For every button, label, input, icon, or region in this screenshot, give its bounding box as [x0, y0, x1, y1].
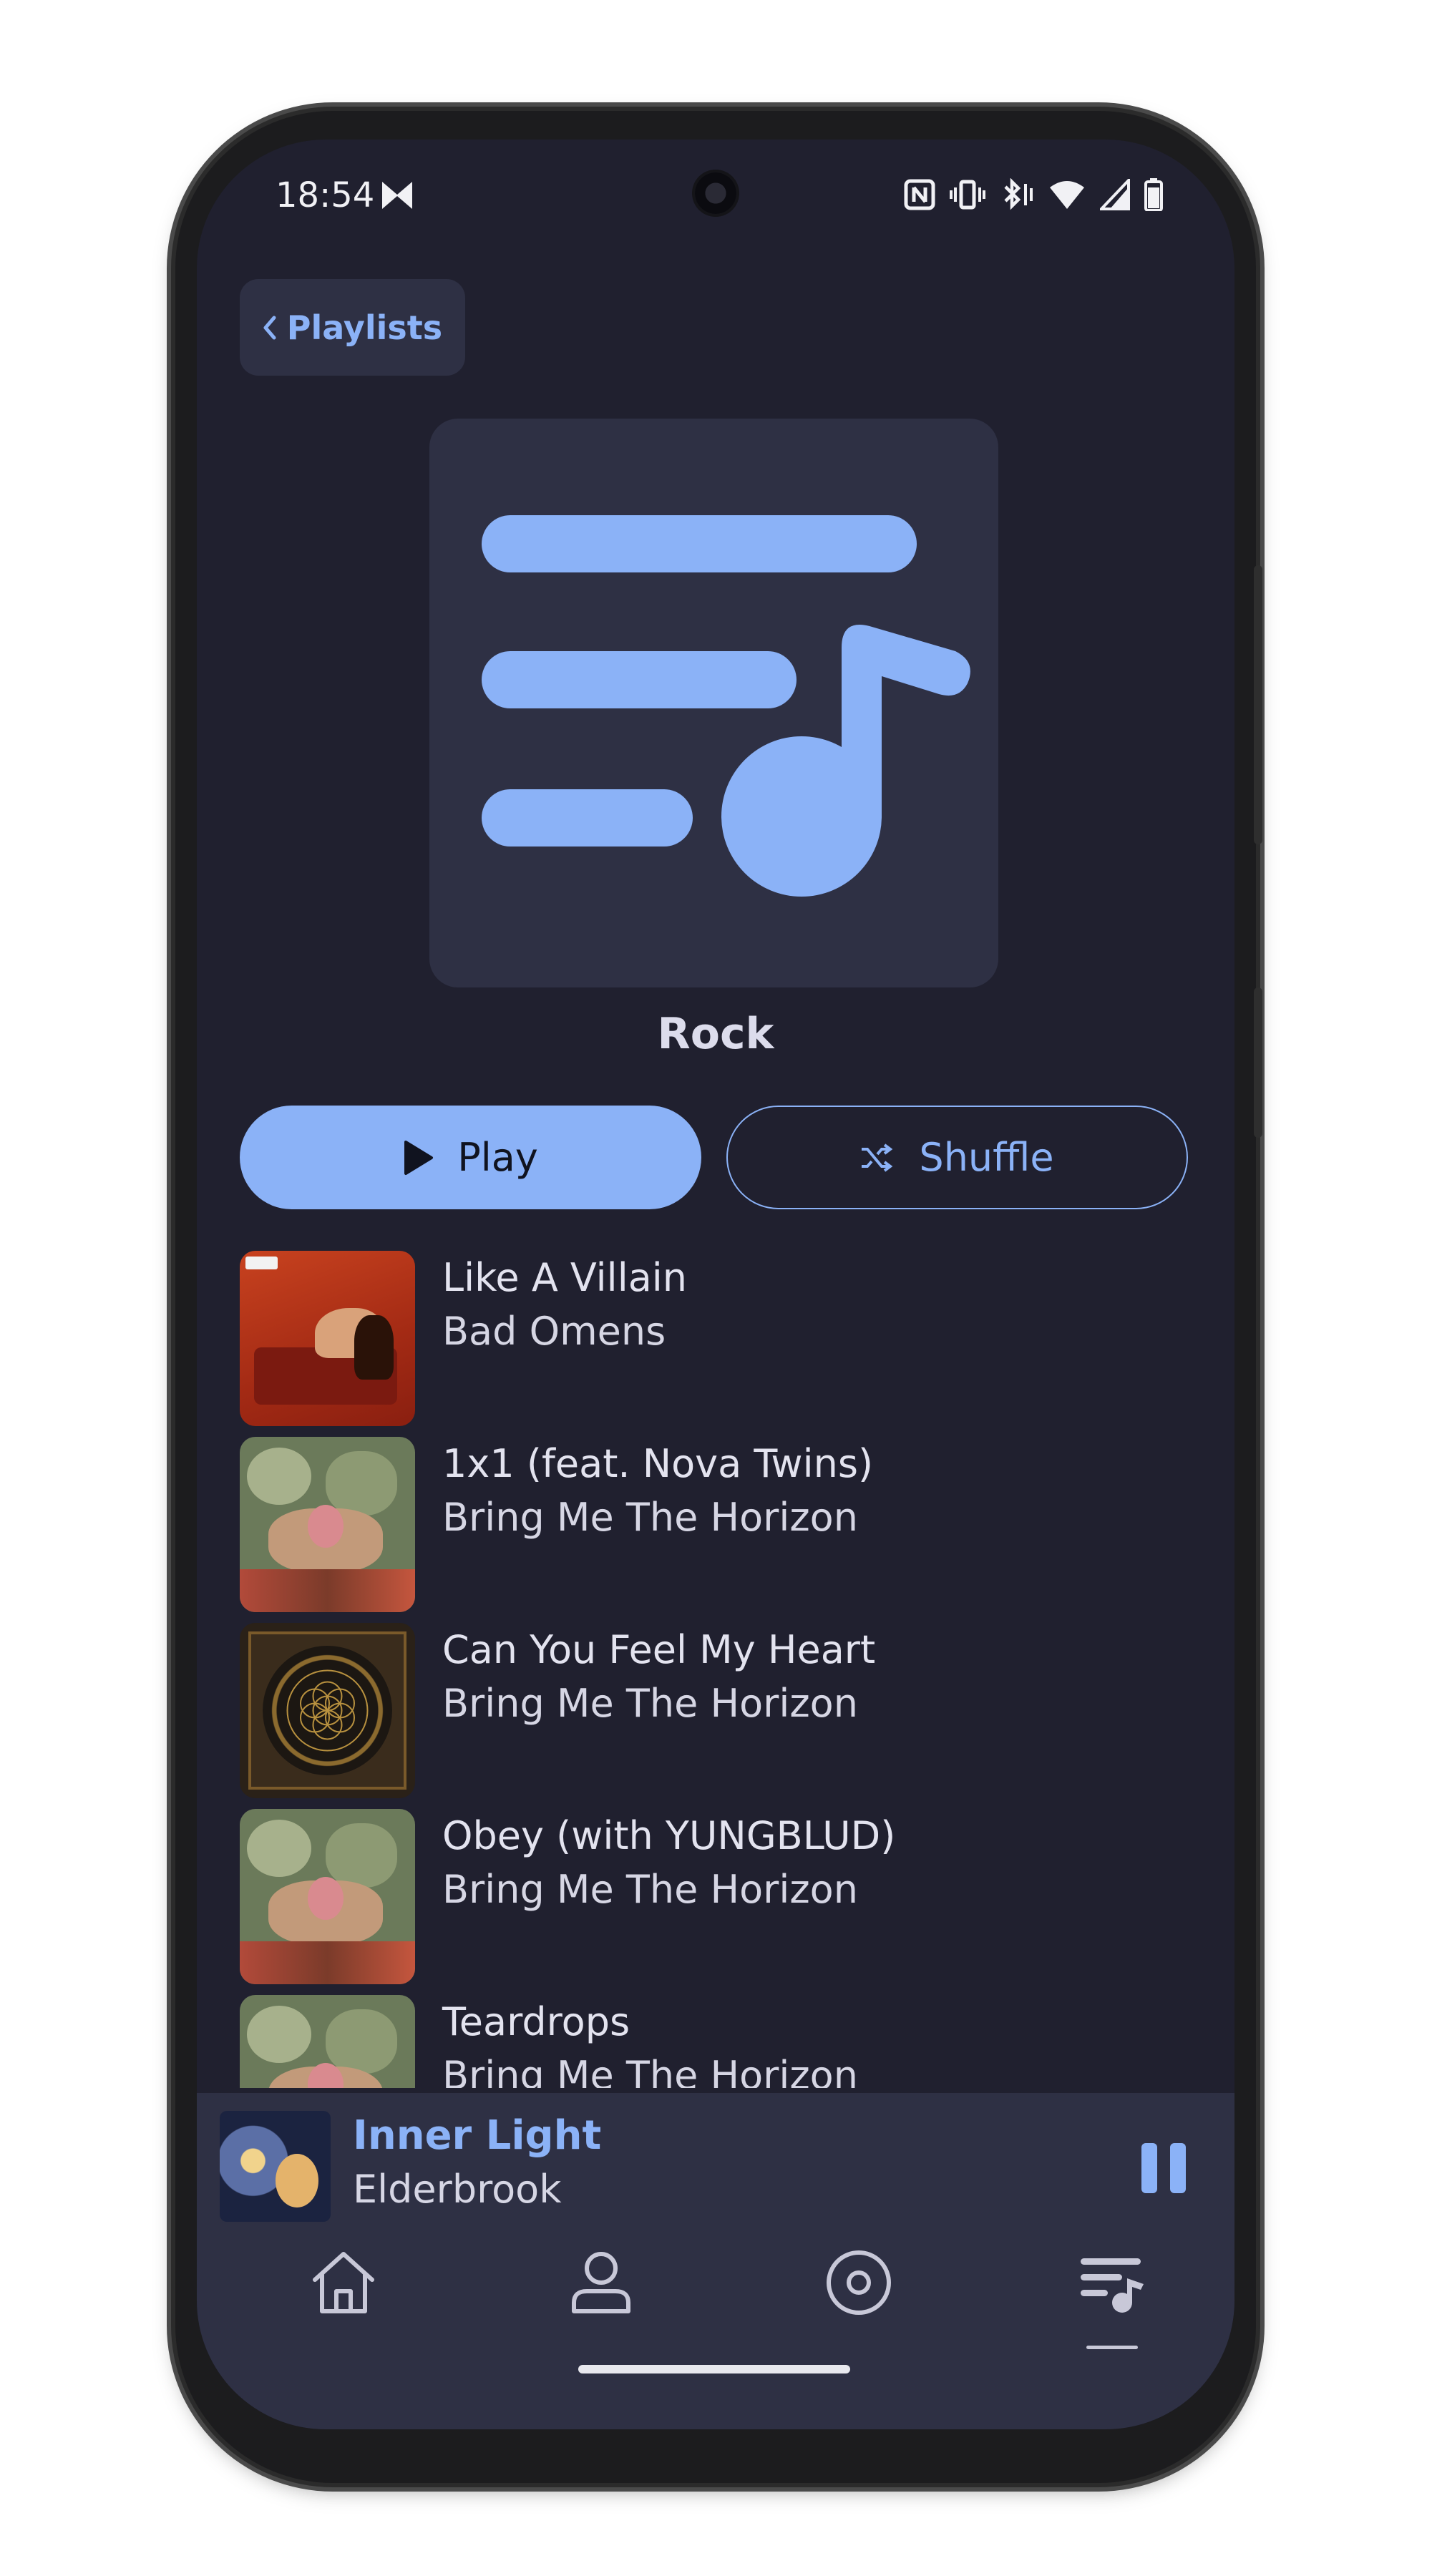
status-icons	[904, 177, 1163, 213]
track-artist: Bring Me The Horizon	[442, 1867, 858, 1912]
signal-icon	[1100, 179, 1130, 210]
playlist-cover	[429, 419, 998, 987]
track-row[interactable]: Can You Feel My Heart Bring Me The Horiz…	[240, 1623, 1192, 1798]
now-playing-art	[220, 2111, 331, 2222]
active-tab-indicator	[1086, 2346, 1138, 2349]
app-screen: 18:54 Playlists Rock Play Shuffle Like A…	[197, 140, 1234, 2429]
playlists-icon	[1081, 2258, 1144, 2313]
home-icon	[313, 2252, 374, 2313]
play-button-label: Play	[457, 1135, 538, 1180]
track-artist: Bad Omens	[442, 1309, 666, 1354]
album-art	[240, 1623, 415, 1798]
pause-icon[interactable]	[1141, 2143, 1192, 2193]
flower-of-life-pattern	[286, 1669, 369, 1752]
playlist-title: Rock	[657, 1009, 774, 1059]
profile-icon	[572, 2252, 630, 2313]
shuffle-button[interactable]: Shuffle	[726, 1106, 1188, 1209]
track-artist: Bring Me The Horizon	[442, 1495, 858, 1540]
album-icon	[827, 2250, 891, 2315]
power-button	[1254, 565, 1262, 844]
track-title: 1x1 (feat. Nova Twins)	[442, 1441, 874, 1486]
track-title: Like A Villain	[442, 1255, 688, 1300]
back-button[interactable]: Playlists	[240, 279, 465, 376]
track-title: Teardrops	[442, 1999, 630, 2044]
chevron-left-icon	[263, 316, 276, 339]
track-list: Like A Villain Bad Omens 1x1 (feat. Nova…	[240, 1251, 1192, 2088]
track-title: Can You Feel My Heart	[442, 1627, 876, 1672]
track-row[interactable]: Teardrops Bring Me The Horizon	[240, 1995, 1192, 2088]
nav-album[interactable]	[816, 2247, 902, 2347]
track-artist: Bring Me The Horizon	[442, 1681, 858, 1726]
track-row[interactable]: 1x1 (feat. Nova Twins) Bring Me The Hori…	[240, 1437, 1192, 1612]
wifi-icon	[1050, 181, 1084, 209]
home-indicator[interactable]	[578, 2365, 850, 2373]
app-notification-icon	[382, 182, 412, 209]
track-artist: Bring Me The Horizon	[442, 2053, 858, 2088]
play-button[interactable]: Play	[240, 1106, 701, 1209]
playlist-music-icon	[482, 515, 970, 897]
album-art	[240, 1995, 415, 2088]
album-art	[240, 1437, 415, 1612]
front-camera	[695, 172, 736, 214]
track-row[interactable]: Obey (with YUNGBLUD) Bring Me The Horizo…	[240, 1809, 1192, 1984]
shuffle-icon	[862, 1143, 893, 1172]
nfc-icon	[904, 179, 935, 210]
play-icon	[404, 1140, 434, 1175]
shuffle-button-label: Shuffle	[919, 1135, 1054, 1180]
album-art	[240, 1251, 415, 1426]
back-button-label: Playlists	[286, 308, 443, 347]
vibrate-icon	[950, 180, 985, 210]
album-art	[240, 1809, 415, 1984]
status-bar: 18:54	[197, 140, 1234, 261]
track-row[interactable]: Like A Villain Bad Omens	[240, 1251, 1192, 1426]
nav-profile[interactable]	[558, 2247, 644, 2347]
bluetooth-icon	[1004, 178, 1033, 210]
battery-icon	[1144, 178, 1163, 211]
now-playing-artist: Elderbrook	[353, 2167, 562, 2212]
nav-playlists[interactable]	[1069, 2247, 1155, 2347]
status-time: 18:54	[276, 175, 375, 215]
now-playing-title: Inner Light	[353, 2112, 602, 2159]
volume-button	[1254, 987, 1262, 1138]
track-title: Obey (with YUNGBLUD)	[442, 1813, 896, 1858]
nav-home[interactable]	[301, 2247, 386, 2347]
